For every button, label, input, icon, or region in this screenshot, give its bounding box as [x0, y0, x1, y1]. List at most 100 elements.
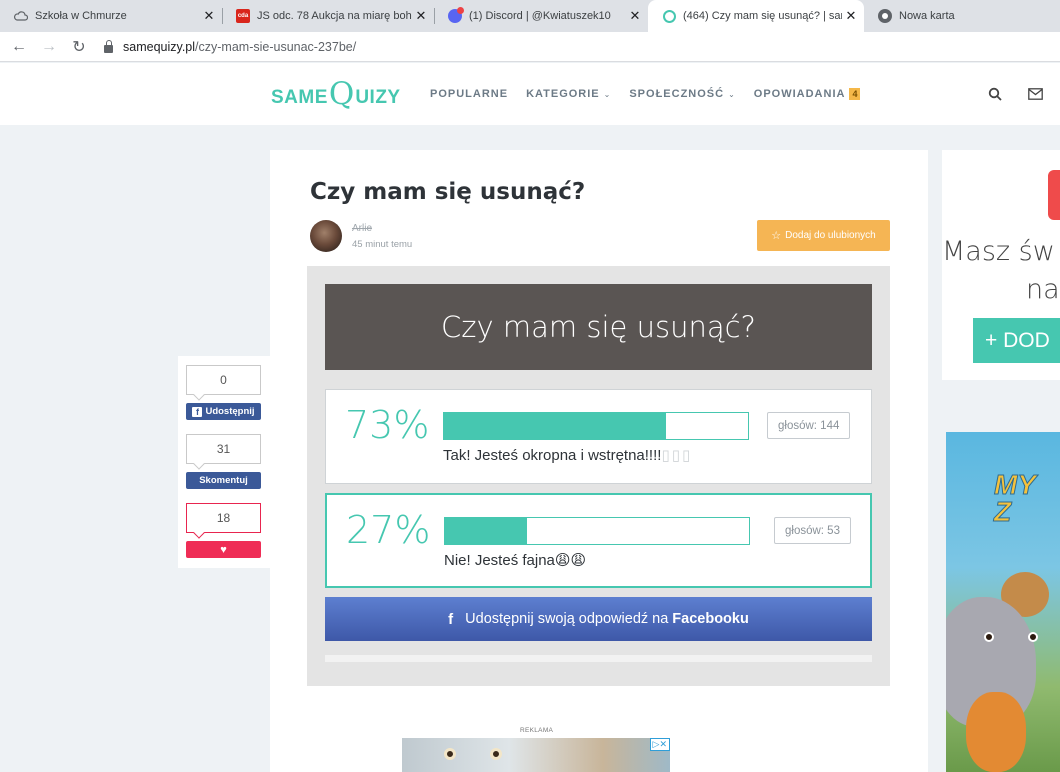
quiz-box: Czy mam się usunąć? 73% głosów: 144 Tak!… [307, 266, 890, 686]
avatar[interactable] [310, 220, 342, 252]
promo-graphic [1048, 170, 1060, 220]
facebook-share-button[interactable]: f Udostępnij [186, 403, 261, 420]
address-bar: ← → ↻ samequizy.pl/czy-mam-sie-usunac-23… [0, 32, 1060, 62]
chevron-down-icon: ⌄ [603, 89, 612, 99]
bottom-ad-banner[interactable]: ▷✕ [402, 738, 670, 772]
ad-graphic [966, 692, 1026, 772]
question-banner: Czy mam się usunąć? [325, 284, 872, 370]
lock-icon [104, 39, 113, 53]
post-time: 45 minut temu [352, 239, 413, 250]
like-count: 18 [186, 503, 261, 533]
menu-label: OPOWIADANIA [753, 88, 846, 100]
menu-label: KATEGORIE [526, 88, 600, 100]
tab-discord[interactable]: (1) Discord | @Kwiatuszek10 ✕ [434, 0, 648, 32]
comment-button[interactable]: Skomentuj [186, 472, 261, 489]
ad-graphic [1028, 632, 1038, 642]
ad-graphic [490, 748, 502, 760]
add-to-favorites-button[interactable]: ☆ Dodaj do ulubionych [757, 220, 890, 251]
vote-count: głosów: 144 [767, 412, 851, 439]
close-icon[interactable]: ✕ [842, 8, 860, 24]
close-icon[interactable]: ✕ [626, 8, 644, 24]
samequizy-icon [662, 9, 676, 23]
chrome-icon [878, 9, 892, 23]
answer-text: Nie! Jesteś fajna😩😩 [444, 551, 586, 569]
share-prefix: Udostępnij swoją odpowiedź na [465, 611, 669, 627]
menu-popularne[interactable]: POPULARNE [430, 88, 508, 100]
menu-label: POPULARNE [430, 88, 509, 100]
answer-option[interactable]: 73% głosów: 144 Tak! Jesteś okropna i ws… [325, 389, 872, 484]
url-path: /czy-mam-sie-usunac-237be/ [195, 39, 357, 54]
promo-add-button[interactable]: + DOD [973, 318, 1060, 363]
mail-icon[interactable] [1028, 87, 1043, 103]
tab-title: (464) Czy mam się usunąć? | sam [683, 10, 842, 22]
result-bar [444, 517, 750, 545]
close-icon[interactable]: ✕ [200, 8, 218, 24]
menu-opowiadania[interactable]: OPOWIADANIA 4 [754, 88, 861, 100]
facebook-icon: f [192, 406, 203, 417]
logo-part: SAME [271, 87, 328, 108]
answer-label: Nie! Jesteś fajna😩😩 [444, 552, 587, 569]
tab-samequizy[interactable]: (464) Czy mam się usunąć? | sam ✕ [648, 0, 864, 32]
tab-title: (1) Discord | @Kwiatuszek10 [469, 10, 611, 22]
ad-game-logo: MY Z [994, 469, 1037, 527]
answer-ghost-glyphs: ▯▯▯ [661, 447, 693, 464]
menu-kategorie[interactable]: KATEGORIE ⌄ [526, 88, 611, 100]
chevron-down-icon: ⌄ [728, 89, 736, 99]
promo-line: na [1026, 274, 1060, 305]
share-label: Udostępnij [205, 406, 255, 417]
result-bar-fill [445, 518, 528, 544]
tab-title: Nowa karta [899, 10, 955, 22]
logo-part: Q [328, 76, 355, 112]
cda-icon: cda [236, 9, 250, 23]
answer-percent: 73% [345, 403, 430, 447]
favorite-label: Dodaj do ulubionych [785, 230, 876, 241]
browser-tab-bar: Szkoła w Chmurze ✕ cda JS odc. 78 Aukcja… [0, 0, 1060, 32]
cloud-icon [14, 9, 28, 23]
facebook-share-answer-button[interactable]: f Udostępnij swoją odpowiedź na Facebooku [325, 597, 872, 641]
count-badge: 4 [849, 88, 861, 100]
search-icon[interactable] [988, 87, 1002, 104]
menu-label: SPOŁECZNOŚĆ [629, 88, 725, 100]
menu-spolecznosc[interactable]: SPOŁECZNOŚĆ ⌄ [629, 88, 735, 100]
star-icon: ☆ [771, 230, 782, 242]
share-count: 0 [186, 365, 261, 395]
tab-cda[interactable]: cda JS odc. 78 Aukcja na miarę bohat ✕ [222, 0, 434, 32]
quiz-card: Czy mam się usunąć? Arlie 45 minut temu … [270, 150, 928, 772]
like-button[interactable]: ♥ [186, 541, 261, 558]
discord-icon [448, 7, 464, 23]
side-ad-banner[interactable]: MY Z [946, 432, 1060, 772]
tab-new[interactable]: Nowa karta [864, 0, 1060, 32]
promo-line: Masz św [942, 236, 1055, 267]
main-menu: POPULARNE KATEGORIE ⌄ SPOŁECZNOŚĆ ⌄ OPOWIA… [430, 88, 878, 100]
forward-icon[interactable]: → [34, 38, 64, 56]
author-name[interactable]: Arlie [352, 223, 372, 234]
close-icon[interactable]: ✕ [412, 8, 430, 24]
facebook-icon: f [448, 610, 454, 628]
tab-title: JS odc. 78 Aukcja na miarę bohat [257, 10, 412, 22]
social-sidebar: 0 f Udostępnij 31 Skomentuj 18 ♥ [178, 356, 270, 568]
share-brand: Facebooku [672, 611, 749, 627]
comment-label: Skomentuj [199, 475, 248, 486]
answer-percent: 27% [346, 508, 431, 552]
samequizy-logo[interactable]: SAME Q UIZY [271, 76, 401, 110]
page-title: Czy mam się usunąć? [310, 179, 586, 205]
comment-count: 31 [186, 434, 261, 464]
answer-label: Tak! Jesteś okropna i wstrętna!!!! [443, 447, 662, 464]
ad-graphic [984, 632, 994, 642]
ad-graphic [444, 748, 456, 760]
ad-choices-icon[interactable]: ▷✕ [649, 738, 670, 751]
tab-szkola[interactable]: Szkoła w Chmurze ✕ [0, 0, 222, 32]
result-bar-fill [444, 413, 666, 439]
url-host: samequizy.pl [123, 39, 196, 54]
logo-part: UIZY [355, 87, 401, 108]
answer-option-selected[interactable]: 27% głosów: 53 Nie! Jesteś fajna😩😩 [325, 493, 872, 588]
url-field[interactable]: samequizy.pl/czy-mam-sie-usunac-237be/ [104, 39, 357, 54]
result-bar [443, 412, 749, 440]
promo-box: Masz św na + DOD [942, 150, 1060, 380]
reload-icon[interactable]: ↻ [64, 37, 94, 57]
ad-label: REKLAMA [520, 727, 554, 734]
tab-title: Szkoła w Chmurze [35, 10, 127, 22]
answer-text: Tak! Jesteś okropna i wstrętna!!!!▯▯▯ [443, 446, 692, 464]
quiz-footer-strip [325, 655, 872, 662]
back-icon[interactable]: ← [4, 38, 34, 56]
